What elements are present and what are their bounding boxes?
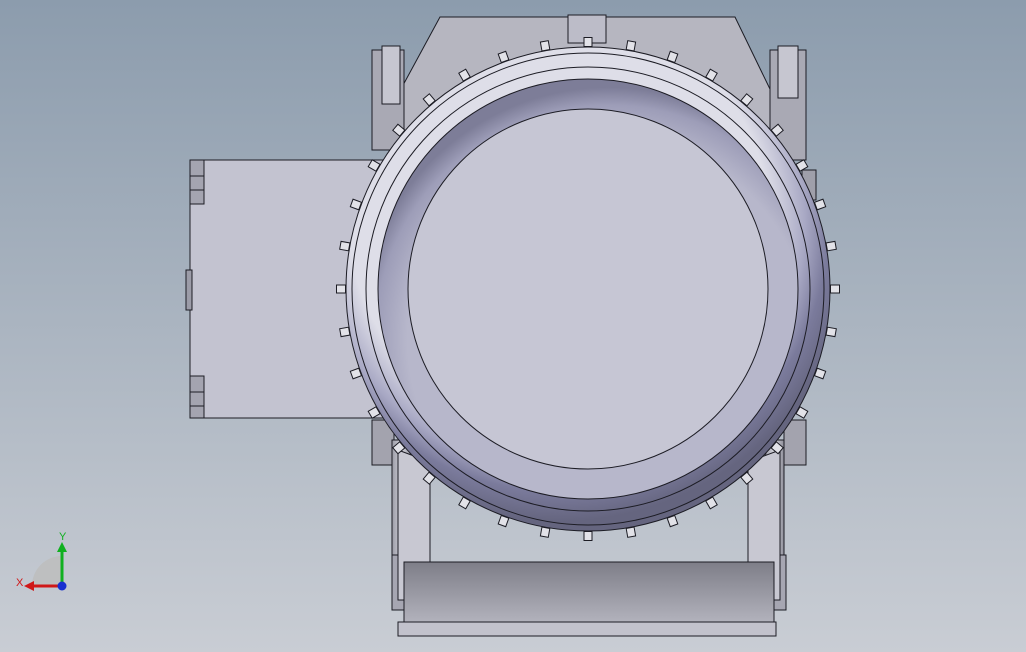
bolt-head bbox=[825, 326, 837, 338]
bolt-head bbox=[339, 326, 351, 338]
model-view[interactable] bbox=[0, 0, 1026, 652]
bolt-head bbox=[583, 531, 593, 541]
y-axis-arrow-icon bbox=[57, 542, 67, 552]
main-flange bbox=[345, 46, 831, 532]
y-axis-label: Y bbox=[59, 531, 67, 543]
bolt-head bbox=[625, 40, 637, 52]
z-axis-dot-icon bbox=[57, 581, 67, 591]
triad-plane-icon bbox=[32, 556, 62, 586]
bolt-head bbox=[830, 284, 840, 294]
bolt-head bbox=[583, 37, 593, 47]
bolt-head bbox=[539, 40, 551, 52]
bolt-head bbox=[539, 526, 551, 538]
bolt-head bbox=[625, 526, 637, 538]
coordinate-triad: X Y bbox=[16, 531, 67, 591]
x-axis-label: X bbox=[16, 577, 24, 589]
bolt-head bbox=[825, 240, 837, 252]
graphics-viewport[interactable]: X Y bbox=[0, 0, 1026, 652]
bolt-head bbox=[339, 240, 351, 252]
bolt-head bbox=[336, 284, 346, 294]
x-axis-arrow-icon bbox=[24, 581, 34, 591]
